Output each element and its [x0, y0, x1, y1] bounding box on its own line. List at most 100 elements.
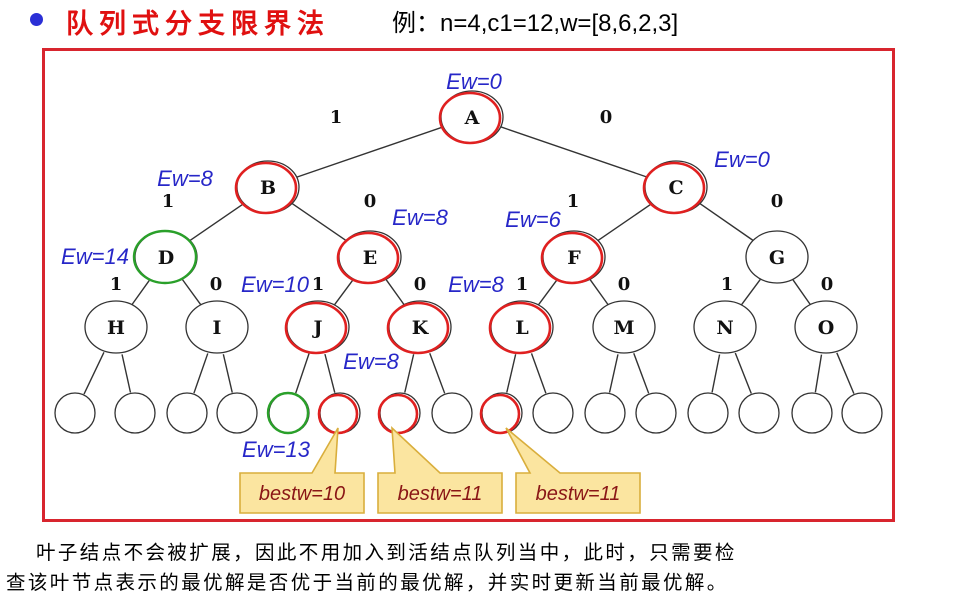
ew-annotation: Ew=8	[343, 349, 399, 374]
tree-node-F: F	[540, 230, 606, 285]
node-label: G	[769, 247, 785, 269]
tree-edge-J-leaf5	[295, 353, 310, 394]
tree-edge-C-G	[698, 202, 756, 243]
edge-label: 0	[600, 107, 613, 128]
edge-label: 0	[771, 191, 784, 212]
tree-node-A: A	[438, 90, 504, 145]
node-label: N	[716, 317, 733, 339]
ew-annotation: Ew=10	[241, 272, 310, 297]
tree-edge-F-M	[589, 279, 609, 306]
edge-label: 1	[110, 274, 123, 295]
node-label: L	[515, 317, 528, 339]
leaf-node	[54, 392, 96, 434]
tree-node-N: N	[693, 300, 757, 354]
leaf-node	[841, 392, 883, 434]
node-label: F	[567, 247, 581, 269]
edge-label: 1	[516, 274, 529, 295]
node-label: D	[158, 247, 174, 269]
node-label: K	[412, 317, 430, 339]
tree-edge-C-F	[595, 202, 654, 243]
leaf-node	[687, 392, 729, 434]
tree-node-I: I	[185, 300, 249, 354]
caption-line-2: 查该叶节点表示的最优解是否优于当前的最优解，并实时更新当前最优解。	[6, 571, 729, 594]
node-label: M	[613, 317, 634, 339]
tree-edge-M-leaf11	[608, 354, 619, 393]
leaf-node	[791, 392, 833, 434]
leaf-node	[216, 392, 258, 434]
ew-annotation: Ew=8	[448, 272, 504, 297]
tree-node-C: C	[642, 160, 708, 215]
caption-line-1: 叶子结点不会被扩展，因此不用加入到活结点队列当中，此时，只需要检	[36, 541, 737, 564]
tree-edge-E-K	[385, 279, 405, 306]
tree-edge-H-leaf1	[83, 351, 105, 395]
edge-label: 0	[364, 191, 377, 212]
tree-edge-K-leaf8	[429, 352, 446, 394]
tree-node-E: E	[336, 230, 402, 285]
tree-edge-G-N	[740, 279, 761, 306]
tree-node-L: L	[488, 300, 554, 355]
edge-label: 0	[414, 274, 427, 295]
tree-edge-E-J	[333, 279, 354, 306]
leaf-node	[377, 392, 421, 435]
node-label: A	[464, 107, 480, 129]
bestw-callout: bestw=11	[505, 427, 641, 514]
tree-node-M: M	[592, 300, 656, 354]
tree-node-G: G	[745, 230, 809, 284]
tree-edge-M-leaf12	[633, 352, 650, 394]
leaf-node	[532, 392, 574, 434]
node-label: O	[818, 317, 835, 339]
node-label: C	[668, 177, 683, 199]
ew-annotation: Ew=8	[392, 205, 448, 230]
leaf-node	[479, 392, 523, 435]
ew-annotation: Ew=8	[157, 166, 213, 191]
tree-edge-A-C	[498, 125, 651, 179]
tree-node-B: B	[234, 160, 300, 215]
tree-edge-J-leaf6	[324, 353, 336, 393]
bestw-label: bestw=11	[398, 483, 483, 505]
tree-edge-L-leaf9	[506, 354, 517, 393]
bestw-callout: bestw=11	[377, 426, 503, 514]
tree-edge-B-D	[187, 202, 246, 243]
tree-edge-H-leaf2	[121, 354, 132, 393]
edge-label: 1	[330, 107, 343, 128]
node-label: J	[312, 317, 323, 339]
leaf-node	[114, 392, 156, 434]
tree-edge-N-leaf14	[734, 352, 752, 394]
ew-annotation: Ew=0	[714, 147, 770, 172]
leaf-node	[431, 392, 473, 434]
edge-label: 1	[567, 191, 580, 212]
edge-label: 1	[312, 274, 325, 295]
tree-edge-K-leaf7	[404, 354, 415, 393]
leaf-node	[317, 392, 361, 435]
tree-edge-G-O	[792, 279, 812, 306]
ew-annotation: Ew=0	[446, 69, 502, 94]
bestw-label: bestw=11	[536, 483, 621, 505]
node-label: B	[260, 177, 276, 199]
edge-label: 1	[162, 191, 175, 212]
tree-edge-O-leaf15	[814, 354, 823, 393]
leaf-node	[635, 392, 677, 434]
tree-edge-O-leaf16	[836, 352, 855, 394]
node-label: E	[363, 247, 377, 269]
tree-node-O: O	[794, 300, 858, 354]
tree-edge-I-leaf3	[193, 353, 209, 394]
tree-edge-L-leaf10	[530, 353, 547, 394]
ew-annotation: Ew=6	[505, 207, 561, 232]
node-label: H	[107, 317, 125, 339]
leaf-node	[266, 391, 310, 435]
tree-node-D: D	[132, 229, 198, 285]
bestw-label: bestw=10	[259, 483, 345, 505]
tree-edge-D-I	[181, 279, 202, 306]
leaf-node	[738, 392, 780, 434]
tree-edge-D-H	[131, 279, 151, 306]
leaf-node	[166, 392, 208, 434]
tree-edge-F-L	[537, 279, 558, 306]
tree-node-K: K	[386, 300, 452, 355]
edge-label: 0	[210, 274, 223, 295]
edge-label: 0	[821, 274, 834, 295]
leaf-node	[584, 392, 626, 434]
tree-edge-N-leaf13	[711, 354, 721, 393]
tree-node-H: H	[84, 300, 148, 354]
ew-annotation: Ew=13	[242, 437, 311, 462]
caption-text: 叶子结点不会被扩展，因此不用加入到活结点队列当中，此时，只需要检 查该叶节点表示…	[6, 538, 951, 598]
